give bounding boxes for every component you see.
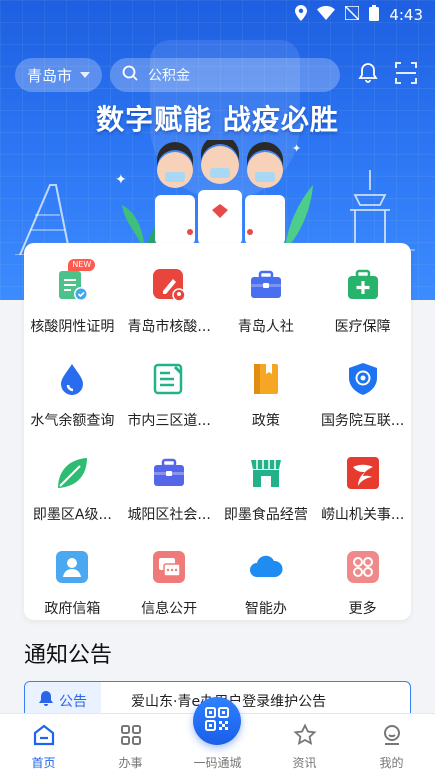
scan-icon[interactable] xyxy=(394,61,418,89)
tab-label: 我的 xyxy=(379,756,404,770)
service-item[interactable]: 智能办 xyxy=(218,537,315,631)
notice-section-title: 通知公告 xyxy=(24,643,113,668)
sparkle-icon: ✦ xyxy=(292,142,302,155)
service-label: 市内三区道... xyxy=(127,413,211,429)
tab-label: 办事 xyxy=(118,756,143,770)
service-item[interactable]: 城阳区社会... xyxy=(121,443,218,537)
qrcode-icon xyxy=(204,706,230,736)
service-label: 青岛市核酸... xyxy=(127,319,211,335)
star-icon xyxy=(292,722,317,748)
service-label: 核酸阴性证明 xyxy=(30,319,115,335)
service-grid-card: NEW 核酸阴性证明 青岛市核酸... 青岛人社 医疗保障 水气余额查询 市内三… xyxy=(24,243,411,620)
service-item[interactable]: 崂山机关事... xyxy=(314,443,411,537)
signal-off-icon xyxy=(344,5,361,24)
service-label: 水气余额查询 xyxy=(30,413,115,429)
apps-icon xyxy=(119,722,143,748)
service-label: 即墨区A级... xyxy=(32,507,112,523)
notice-tag-label: 公告 xyxy=(59,694,87,710)
service-item[interactable]: 市内三区道... xyxy=(121,349,218,443)
service-label: 青岛人社 xyxy=(237,319,294,335)
water-drop-icon xyxy=(54,361,90,397)
chat-icon xyxy=(151,549,187,585)
service-label: 政策 xyxy=(251,413,280,429)
test-tube-location-icon xyxy=(151,267,187,303)
medical-kit-icon xyxy=(345,267,381,303)
battery-icon xyxy=(369,5,380,25)
service-item[interactable]: 即墨食品经营 xyxy=(218,443,315,537)
bell-icon xyxy=(39,691,53,711)
search-placeholder: 公积金 xyxy=(148,68,190,84)
document-check-icon: NEW xyxy=(54,259,96,303)
qrcode-button[interactable] xyxy=(193,697,241,745)
city-label: 青岛市 xyxy=(26,66,72,85)
top-bar: 青岛市 公积金 xyxy=(15,57,420,93)
service-item[interactable]: 政策 xyxy=(218,349,315,443)
brand-logo-icon xyxy=(345,455,381,491)
service-label: 更多 xyxy=(348,601,377,617)
person-card-icon xyxy=(54,549,90,585)
service-item[interactable]: 青岛人社 xyxy=(218,255,315,349)
service-label: 城阳区社会... xyxy=(127,507,211,523)
location-icon xyxy=(295,5,308,25)
user-icon xyxy=(380,722,404,748)
service-item[interactable]: 即墨区A级... xyxy=(24,443,121,537)
search-input[interactable]: 公积金 xyxy=(110,58,340,92)
chevron-down-icon xyxy=(80,72,90,78)
more-grid-icon xyxy=(345,549,381,585)
service-item[interactable]: 更多 xyxy=(314,537,411,631)
search-icon xyxy=(122,65,138,85)
briefcase-icon xyxy=(248,267,284,303)
service-item[interactable]: 医疗保障 xyxy=(314,255,411,349)
wifi-icon xyxy=(317,6,336,24)
medical-staff-illustration xyxy=(150,135,290,249)
store-icon xyxy=(248,455,284,491)
service-label: 国务院互联... xyxy=(320,413,405,429)
service-label: 政府信箱 xyxy=(44,601,101,617)
banner-slogan: 数字赋能 战疫必胜 xyxy=(96,103,339,136)
service-label: 即墨食品经营 xyxy=(223,507,308,523)
tab-profile[interactable]: 我的 xyxy=(348,714,435,773)
shield-eye-icon xyxy=(345,361,381,397)
service-item[interactable]: 信息公开 xyxy=(121,537,218,631)
tab-label: 首页 xyxy=(31,756,56,770)
tab-services[interactable]: 办事 xyxy=(87,714,174,773)
service-item[interactable]: 国务院互联... xyxy=(314,349,411,443)
city-selector[interactable]: 青岛市 xyxy=(15,58,102,92)
status-time: 4:43 xyxy=(389,6,423,24)
service-item[interactable]: 青岛市核酸... xyxy=(121,255,218,349)
service-item[interactable]: 水气余额查询 xyxy=(24,349,121,443)
leaf-icon xyxy=(54,455,90,491)
form-edit-icon xyxy=(151,361,187,397)
home-icon xyxy=(32,722,56,748)
tab-news[interactable]: 资讯 xyxy=(261,714,348,773)
new-badge: NEW xyxy=(68,259,96,271)
cloud-icon xyxy=(248,549,284,585)
briefcase-icon xyxy=(151,455,187,491)
service-item[interactable]: NEW 核酸阴性证明 xyxy=(24,255,121,349)
bell-icon[interactable] xyxy=(356,61,380,89)
status-bar: 4:43 xyxy=(0,0,435,30)
service-label: 智能办 xyxy=(244,601,287,617)
service-item[interactable]: 政府信箱 xyxy=(24,537,121,631)
tab-label: 资讯 xyxy=(292,756,317,770)
tab-label: 一码通城 xyxy=(193,756,242,770)
service-label: 信息公开 xyxy=(141,601,198,617)
service-grid: NEW 核酸阴性证明 青岛市核酸... 青岛人社 医疗保障 水气余额查询 市内三… xyxy=(24,255,411,631)
service-label: 医疗保障 xyxy=(334,319,391,335)
service-label: 崂山机关事... xyxy=(320,507,405,523)
book-icon xyxy=(248,361,284,397)
tab-home[interactable]: 首页 xyxy=(0,714,87,773)
